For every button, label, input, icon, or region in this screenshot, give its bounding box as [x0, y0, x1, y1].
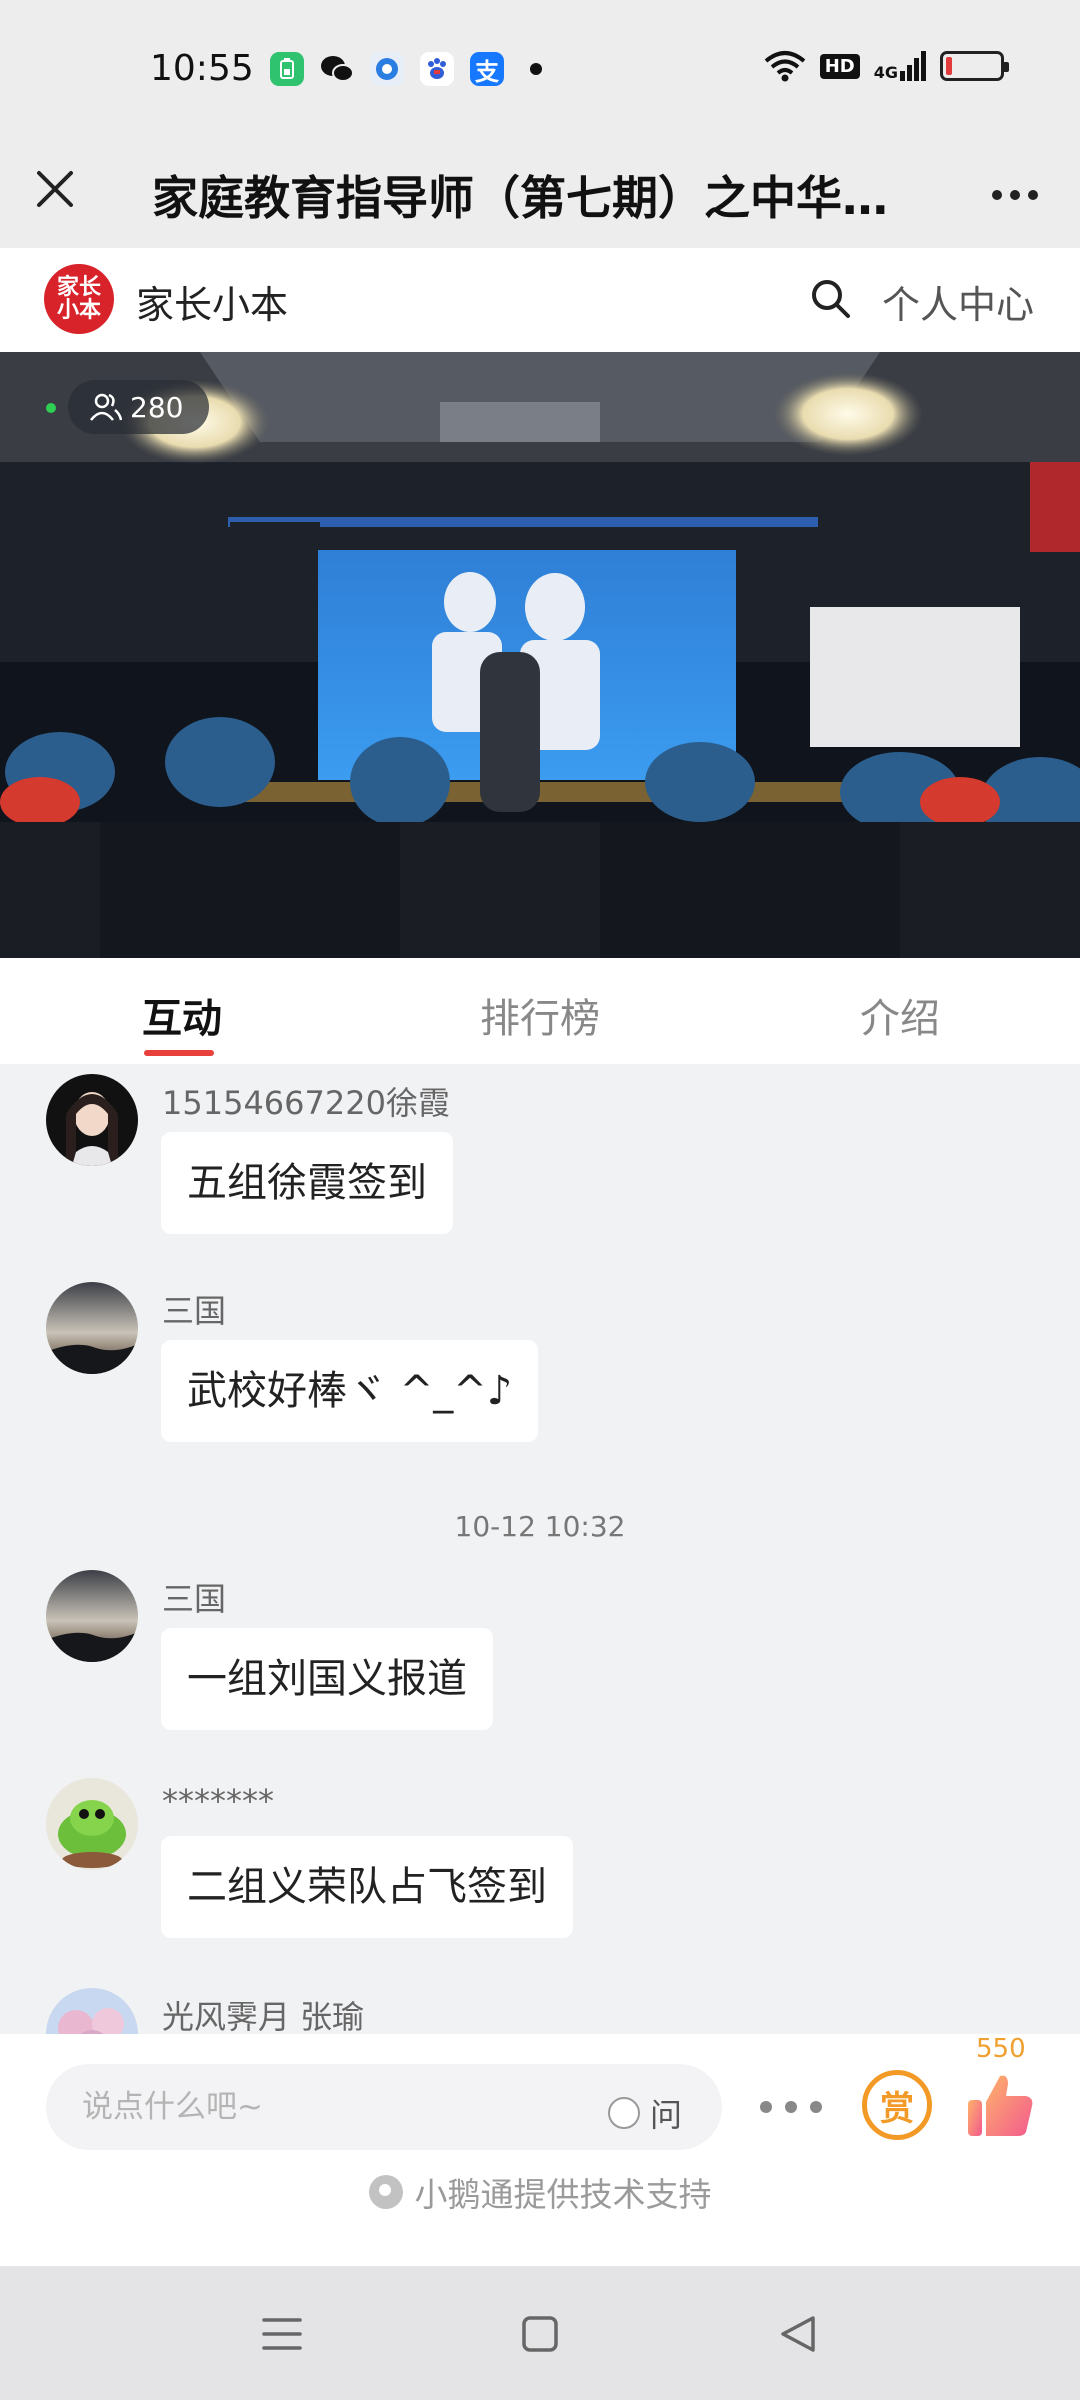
page-title: 家庭教育指导师（第七期）之中华传... — [152, 171, 922, 225]
system-navigation-bar — [0, 2266, 1080, 2400]
ask-label: 问 — [650, 2096, 683, 2134]
tab-interaction[interactable]: 互动 — [142, 986, 222, 1044]
avatar[interactable] — [46, 1778, 138, 1870]
message-bubble: 二组义荣队占飞签到 — [161, 1836, 573, 1938]
message-bubble: 武校好棒ヾ ^_^♪ — [161, 1340, 539, 1442]
like-count: 550 — [976, 2034, 1026, 2064]
menu-nav-button[interactable] — [252, 2306, 312, 2362]
message-author: 15154667220徐霞 — [162, 1084, 450, 1122]
message-author: 三国 — [162, 1580, 227, 1618]
brand-name[interactable]: 家长小本 — [136, 274, 288, 329]
chat-list[interactable]: 15154667220徐霞 五组徐霞签到 三国 武校好棒ヾ ^_^♪ 10-12… — [0, 1064, 1080, 2034]
close-button[interactable] — [28, 162, 82, 216]
message-author: 三国 — [162, 1292, 227, 1330]
message-author: 光风霁月 张瑜 — [162, 1998, 365, 2034]
people-icon — [90, 393, 122, 421]
chat-message: 15154667220徐霞 五组徐霞签到 — [0, 1068, 1080, 1248]
live-video-player[interactable]: 280 — [0, 352, 1080, 958]
notification-dot — [530, 63, 542, 75]
status-bar: 10:55 支 HD 4G — [0, 0, 1080, 140]
more-options-button[interactable] — [980, 170, 1050, 220]
viewer-count: 280 — [130, 390, 184, 424]
tech-support-text: 小鹅通提供技术支持 — [414, 2175, 712, 2214]
ask-radio[interactable] — [608, 2097, 640, 2129]
bottom-action-bar: 问 赏 550 小鹅通提供技术支持 — [0, 2034, 1080, 2266]
ask-question-toggle[interactable]: 问 — [608, 2090, 682, 2136]
reward-button[interactable]: 赏 — [862, 2070, 932, 2140]
chat-message: 三国 一组刘国义报道 — [0, 1564, 1080, 1744]
status-time: 10:55 — [150, 48, 254, 89]
signal-icon: 4G — [874, 51, 926, 81]
message-bubble: 五组徐霞签到 — [161, 1132, 453, 1234]
message-author: ******* — [162, 1782, 274, 1820]
avatar[interactable] — [46, 1282, 138, 1374]
hd-badge: HD — [819, 53, 860, 79]
back-nav-button[interactable] — [768, 2306, 828, 2362]
personal-center-link[interactable]: 个人中心 — [882, 274, 1034, 329]
chat-message: ******* 二组义荣队占飞签到 — [0, 1772, 1080, 1952]
chat-message: 三国 武校好棒ヾ ^_^♪ — [0, 1276, 1080, 1456]
tab-ranking[interactable]: 排行榜 — [480, 986, 600, 1044]
status-app-icons: 支 — [270, 52, 542, 86]
title-bar: 家庭教育指导师（第七期）之中华传... — [0, 140, 1080, 248]
home-nav-button[interactable] — [510, 2306, 570, 2362]
brand-header: 家长 小本 家长小本 个人中心 — [0, 248, 1080, 352]
battery-icon — [940, 51, 1009, 81]
wifi-icon — [764, 51, 806, 82]
battery-saver-icon — [270, 52, 304, 86]
avatar[interactable] — [46, 1074, 138, 1166]
alipay-icon: 支 — [470, 52, 504, 86]
active-tab-indicator — [144, 1050, 214, 1056]
viewer-count-badge: 280 — [68, 380, 210, 434]
browser-icon — [370, 52, 404, 86]
network-type: 4G — [873, 63, 898, 82]
baidu-icon — [420, 52, 454, 86]
wechat-icon — [320, 52, 354, 86]
message-bubble: 一组刘国义报道 — [161, 1628, 493, 1730]
tab-bar: 互动 排行榜 介绍 — [0, 958, 1080, 1064]
live-status-dot — [46, 403, 56, 413]
avatar[interactable] — [46, 1988, 138, 2034]
like-thumbs-up-icon[interactable] — [966, 2070, 1036, 2140]
status-indicators: HD 4G — [764, 50, 1009, 82]
back-triangle-icon — [781, 2316, 815, 2352]
chat-message: 光风霁月 张瑜 — [0, 1982, 1080, 2034]
video-frame — [0, 352, 1080, 958]
menu-icon — [262, 2318, 302, 2350]
avatar[interactable] — [46, 1570, 138, 1662]
xiaoetong-logo-icon — [368, 2175, 403, 2209]
tab-introduction[interactable]: 介绍 — [860, 986, 940, 1044]
more-actions-button[interactable] — [760, 2084, 822, 2130]
close-icon — [37, 171, 73, 207]
chat-timestamp: 10-12 10:32 — [454, 1510, 626, 1543]
brand-logo[interactable]: 家长 小本 — [44, 264, 114, 334]
tech-support-notice: 小鹅通提供技术支持 — [0, 2168, 1080, 2216]
search-icon[interactable] — [808, 276, 852, 320]
home-square-icon — [522, 2316, 558, 2352]
